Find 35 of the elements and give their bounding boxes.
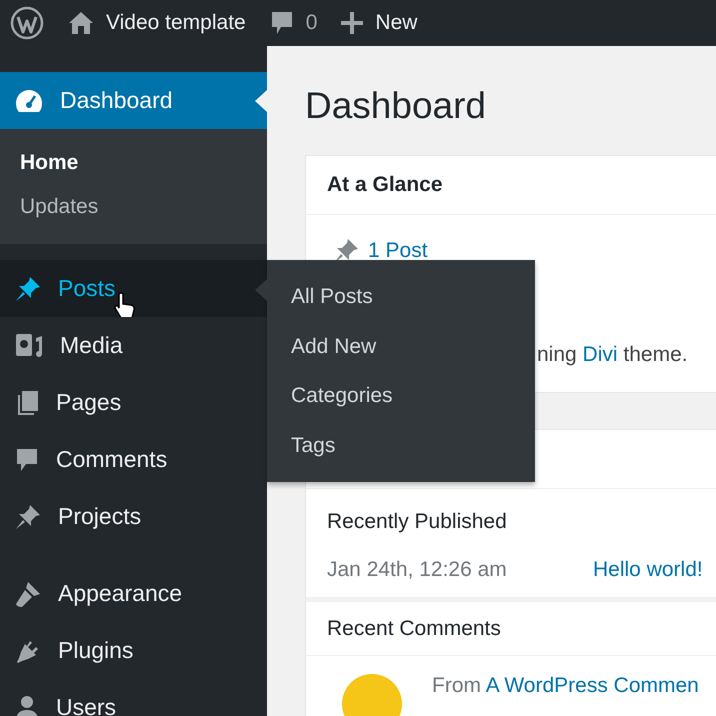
section-title: Recent Comments	[306, 602, 716, 656]
media-icon	[14, 332, 44, 360]
flyout-item[interactable]: All Posts	[267, 272, 535, 322]
theme-text: ning Divi theme.	[537, 342, 689, 368]
flyout-item[interactable]: Tags	[267, 420, 535, 470]
speech-bubble-icon	[270, 10, 294, 36]
flyout-item[interactable]: Categories	[267, 371, 535, 420]
page-title: Dashboard	[305, 84, 488, 128]
post-date: Jan 24th, 12:26 am	[327, 556, 508, 582]
card-title: At a Glance	[306, 156, 716, 215]
comment-text: From A WordPress Commen	[432, 673, 699, 699]
new-link[interactable]: New	[341, 7, 418, 39]
comment-author-link[interactable]: A WordPress Commen	[486, 674, 699, 697]
wordpress-logo-icon[interactable]	[10, 6, 44, 40]
submenu-item[interactable]: Updates	[0, 184, 267, 228]
gauge-icon	[14, 88, 44, 114]
paintbrush-icon	[14, 580, 42, 608]
pushpin-icon	[14, 274, 42, 302]
theme-link[interactable]: Divi	[582, 342, 618, 366]
cursor-icon	[113, 292, 137, 320]
pushpin-icon	[14, 502, 42, 530]
submenu-item[interactable]: Home	[0, 141, 267, 184]
post-link[interactable]: Hello world!	[593, 554, 703, 585]
post-count-link[interactable]: 1 Post	[332, 235, 428, 266]
menu-item[interactable]: Posts	[0, 260, 267, 317]
flyout-item[interactable]: Add New	[267, 322, 535, 371]
home-icon	[68, 11, 94, 35]
site-link[interactable]: Video template	[68, 7, 246, 39]
menu-item[interactable]: Dashboard	[0, 72, 267, 129]
pointer-arrow-icon	[255, 90, 267, 112]
avatar	[342, 674, 402, 716]
plus-icon	[341, 12, 364, 34]
section-title: Recently Published	[326, 509, 508, 535]
user-icon	[14, 694, 40, 716]
comments-link[interactable]: 0	[270, 7, 318, 39]
